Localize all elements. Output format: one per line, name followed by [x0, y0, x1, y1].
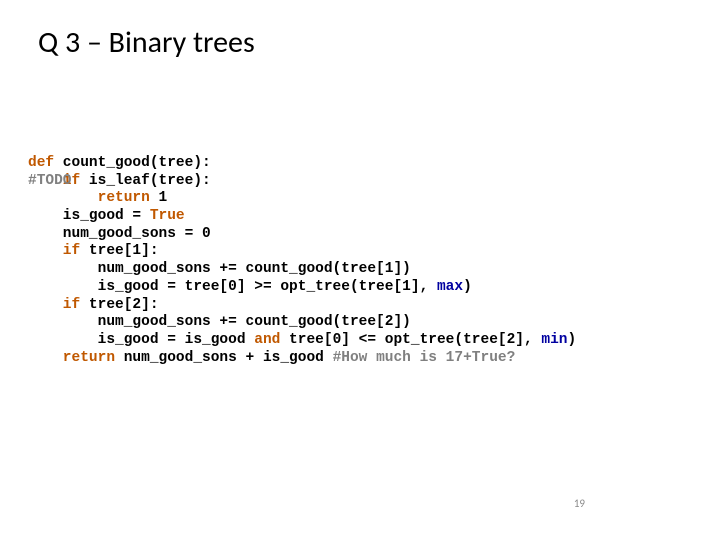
- todo-overlay: #TODO: [28, 173, 72, 189]
- code-text: is_good = is_good: [28, 332, 254, 348]
- code-text: 1: [150, 190, 167, 206]
- code-text: ): [568, 332, 577, 348]
- kw-return: return: [28, 350, 115, 366]
- kw-def: def: [28, 155, 54, 171]
- builtin-min: min: [541, 332, 567, 348]
- code-text: tree[0] <= opt_tree(tree[2],: [280, 332, 541, 348]
- code-text: is_good = tree[0] >= opt_tree(tree[1],: [28, 279, 437, 295]
- code-text: is_leaf(tree):: [80, 173, 211, 189]
- page-number: 19: [574, 497, 585, 510]
- code-text: num_good_sons + is_good: [115, 350, 333, 366]
- slide-title: Q 3 – Binary trees: [38, 24, 255, 61]
- code-text: ): [463, 279, 472, 295]
- code-text: tree[1]:: [80, 243, 158, 259]
- code-block: def count_good(tree): if is_leaf(tree): …: [28, 155, 576, 367]
- code-text: num_good_sons += count_good(tree[1]): [28, 261, 411, 277]
- code-comment: #How much is 17+True?: [333, 350, 516, 366]
- kw-return: return: [28, 190, 150, 206]
- slide: Q 3 – Binary trees def count_good(tree):…: [0, 0, 720, 540]
- code-text: count_good(tree):: [54, 155, 211, 171]
- code-text: num_good_sons += count_good(tree[2]): [28, 314, 411, 330]
- kw-and: and: [254, 332, 280, 348]
- code-text: is_good =: [28, 208, 150, 224]
- kw-true: True: [150, 208, 185, 224]
- code-text: tree[2]:: [80, 297, 158, 313]
- kw-if: if: [28, 297, 80, 313]
- builtin-max: max: [437, 279, 463, 295]
- code-text: num_good_sons = 0: [28, 226, 211, 242]
- kw-if: if: [28, 243, 80, 259]
